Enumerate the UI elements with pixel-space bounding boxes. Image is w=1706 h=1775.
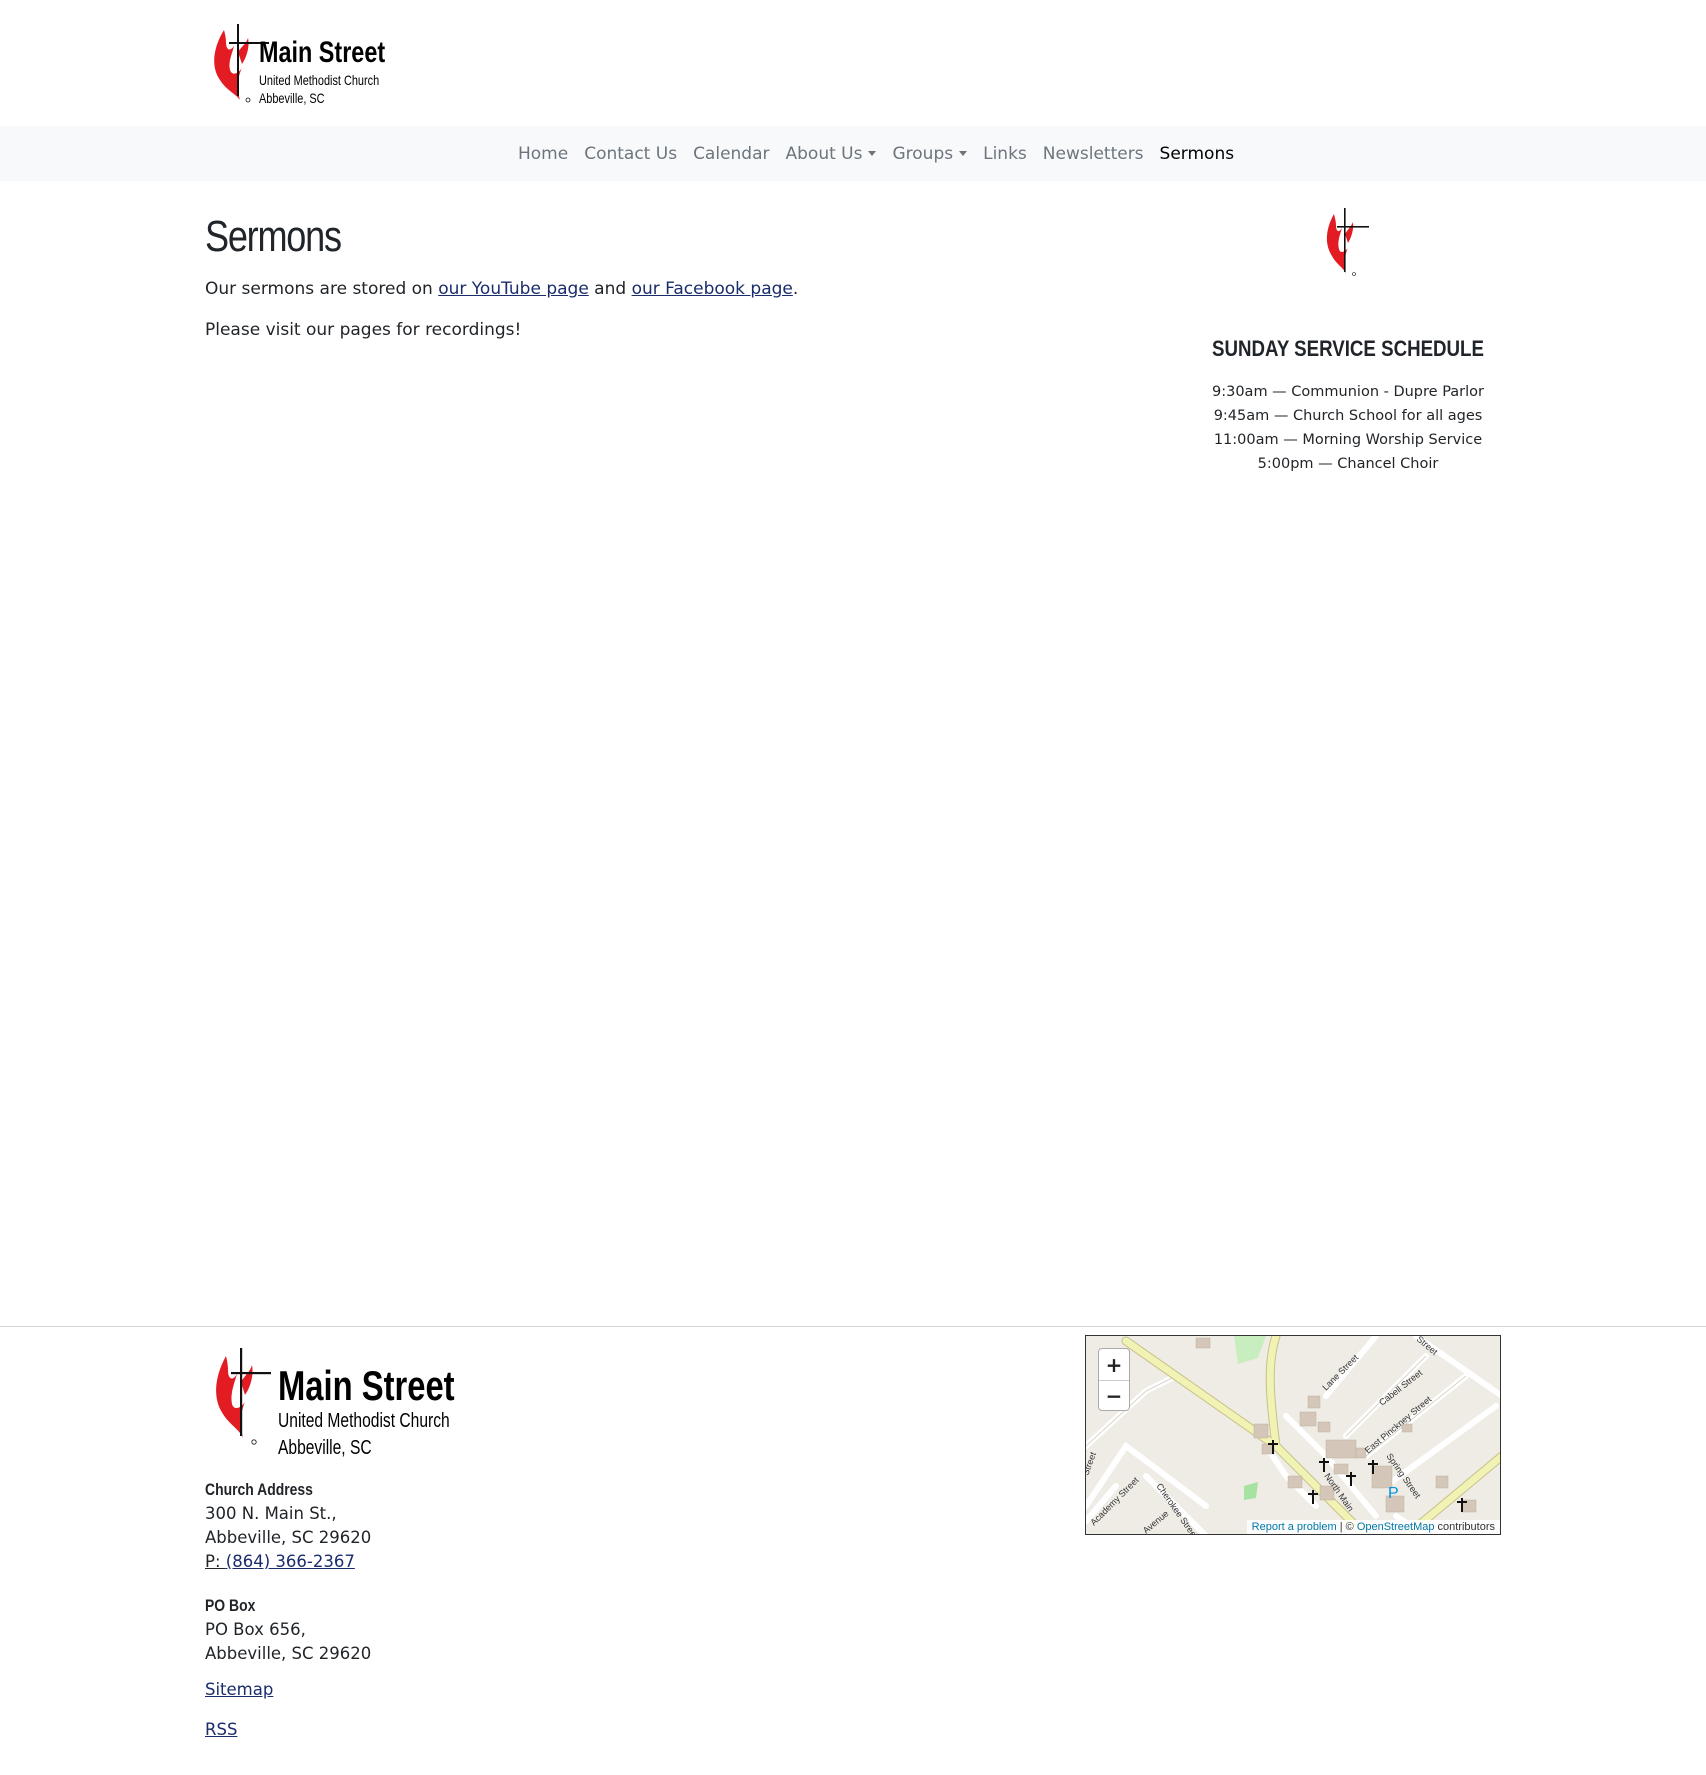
address-line: Abbeville, SC 29620 <box>205 1528 372 1547</box>
zoom-in-button[interactable]: + <box>1099 1349 1129 1380</box>
nav-list: Home Contact Us Calendar About Us Groups Link… <box>518 126 1234 181</box>
main-navbar: Home Contact Us Calendar About Us Groups Link… <box>0 126 1706 181</box>
caret-down-icon <box>959 151 968 156</box>
schedule-item: 9:45am — Church School for all ages <box>1213 408 1483 424</box>
nav-item-label: Newsletters <box>1042 143 1144 164</box>
footer-logo-title: Main Street <box>278 1362 455 1409</box>
church-address: Church Address 300 N. Main St., Abbevill… <box>205 1478 371 1574</box>
po-box: PO Box PO Box 656, Abbeville, SC 29620 <box>205 1594 371 1666</box>
schedule-list: 9:30am — Communion - Dupre Parlor 9:45am… <box>1148 380 1548 476</box>
nav-item-label: Contact Us <box>584 143 678 164</box>
nav-item-label: Groups <box>892 143 954 164</box>
schedule-item: 11:00am — Morning Worship Service <box>1213 432 1483 448</box>
report-problem-link[interactable]: Report a problem <box>1252 1521 1337 1533</box>
rss-link[interactable]: RSS <box>205 1720 237 1739</box>
youtube-link[interactable]: our YouTube page <box>438 279 589 299</box>
logo-subtitle: United Methodist Church <box>259 72 380 88</box>
location-map[interactable]: Lane Street Cabell Street East Pinckney … <box>1085 1335 1501 1535</box>
phone-line: P: (864) 366-2367 <box>205 1550 371 1574</box>
intro-text-start: Our sermons are stored on <box>205 279 439 299</box>
address-line: 300 N. Main St., <box>205 1504 337 1523</box>
header-logo[interactable]: Main Street United Methodist Church Abbe… <box>212 18 412 110</box>
phone-prefix: P: <box>205 1552 226 1571</box>
nav-item-label: Sermons <box>1159 143 1235 164</box>
sermons-visit-text: Please visit our pages for recordings! <box>205 320 522 340</box>
nav-item-groups[interactable]: Groups <box>892 143 968 164</box>
footer-logo-location: Abbeville, SC <box>278 1437 372 1459</box>
intro-text-end: . <box>792 279 799 299</box>
nav-item-label: Calendar <box>693 143 770 164</box>
sermons-intro: Our sermons are stored on our YouTube pa… <box>205 279 798 299</box>
schedule-title: SUNDAY SERVICE SCHEDULE <box>1212 336 1484 361</box>
cross-flame-icon <box>216 1348 271 1445</box>
schedule-item: 9:30am — Communion - Dupre Parlor <box>1212 384 1484 400</box>
parking-icon: P <box>1388 1485 1399 1502</box>
attribution-contributors: contributors <box>1434 1521 1495 1533</box>
nav-item-label: Links <box>983 143 1027 164</box>
nav-item-sermons[interactable]: Sermons <box>1160 144 1235 164</box>
sidebar-cross-flame-logo <box>1324 206 1370 284</box>
nav-item-links[interactable]: Links <box>983 144 1027 164</box>
intro-text-middle: and <box>588 279 632 299</box>
map-zoom-control: + − <box>1098 1348 1130 1411</box>
nav-item-contact-us[interactable]: Contact Us <box>584 144 677 164</box>
attribution-separator: | © <box>1336 1521 1357 1533</box>
nav-item-label: Home <box>518 143 569 164</box>
footer-logo[interactable]: Main Street United Methodist Church Abbe… <box>212 1340 472 1464</box>
sitemap-wrap: Sitemap <box>205 1678 273 1702</box>
map-tiles: Lane Street Cabell Street East Pinckney … <box>1086 1336 1500 1534</box>
phone-link[interactable]: (864) 366-2367 <box>226 1552 355 1571</box>
footer-logo-subtitle: United Methodist Church <box>278 1410 450 1432</box>
pobox-heading: PO Box <box>205 1596 256 1615</box>
zoom-out-button[interactable]: − <box>1099 1380 1129 1411</box>
map-attribution: Report a problem | © OpenStreetMap contr… <box>1246 1520 1500 1534</box>
footer-divider <box>0 1326 1706 1327</box>
sitemap-link[interactable]: Sitemap <box>205 1680 273 1699</box>
schedule-item: 5:00pm — Chancel Choir <box>1257 456 1439 472</box>
nav-item-newsletters[interactable]: Newsletters <box>1043 144 1144 164</box>
nav-item-about-us[interactable]: About Us <box>786 144 877 164</box>
nav-item-calendar[interactable]: Calendar <box>693 144 769 164</box>
caret-down-icon <box>868 151 877 156</box>
cross-flame-icon <box>1326 208 1369 276</box>
page-title: Sermons <box>205 212 342 261</box>
rss-wrap: RSS <box>205 1718 237 1742</box>
facebook-link[interactable]: our Facebook page <box>632 279 793 299</box>
nav-item-home[interactable]: Home <box>518 144 568 164</box>
pobox-line: PO Box 656, <box>205 1620 306 1639</box>
nav-item-label: About Us <box>785 143 863 164</box>
address-heading: Church Address <box>205 1480 313 1499</box>
pobox-line: Abbeville, SC 29620 <box>205 1644 372 1663</box>
logo-location: Abbeville, SC <box>259 90 325 106</box>
openstreetmap-link[interactable]: OpenStreetMap <box>1357 1521 1435 1533</box>
logo-title: Main Street <box>259 36 386 69</box>
